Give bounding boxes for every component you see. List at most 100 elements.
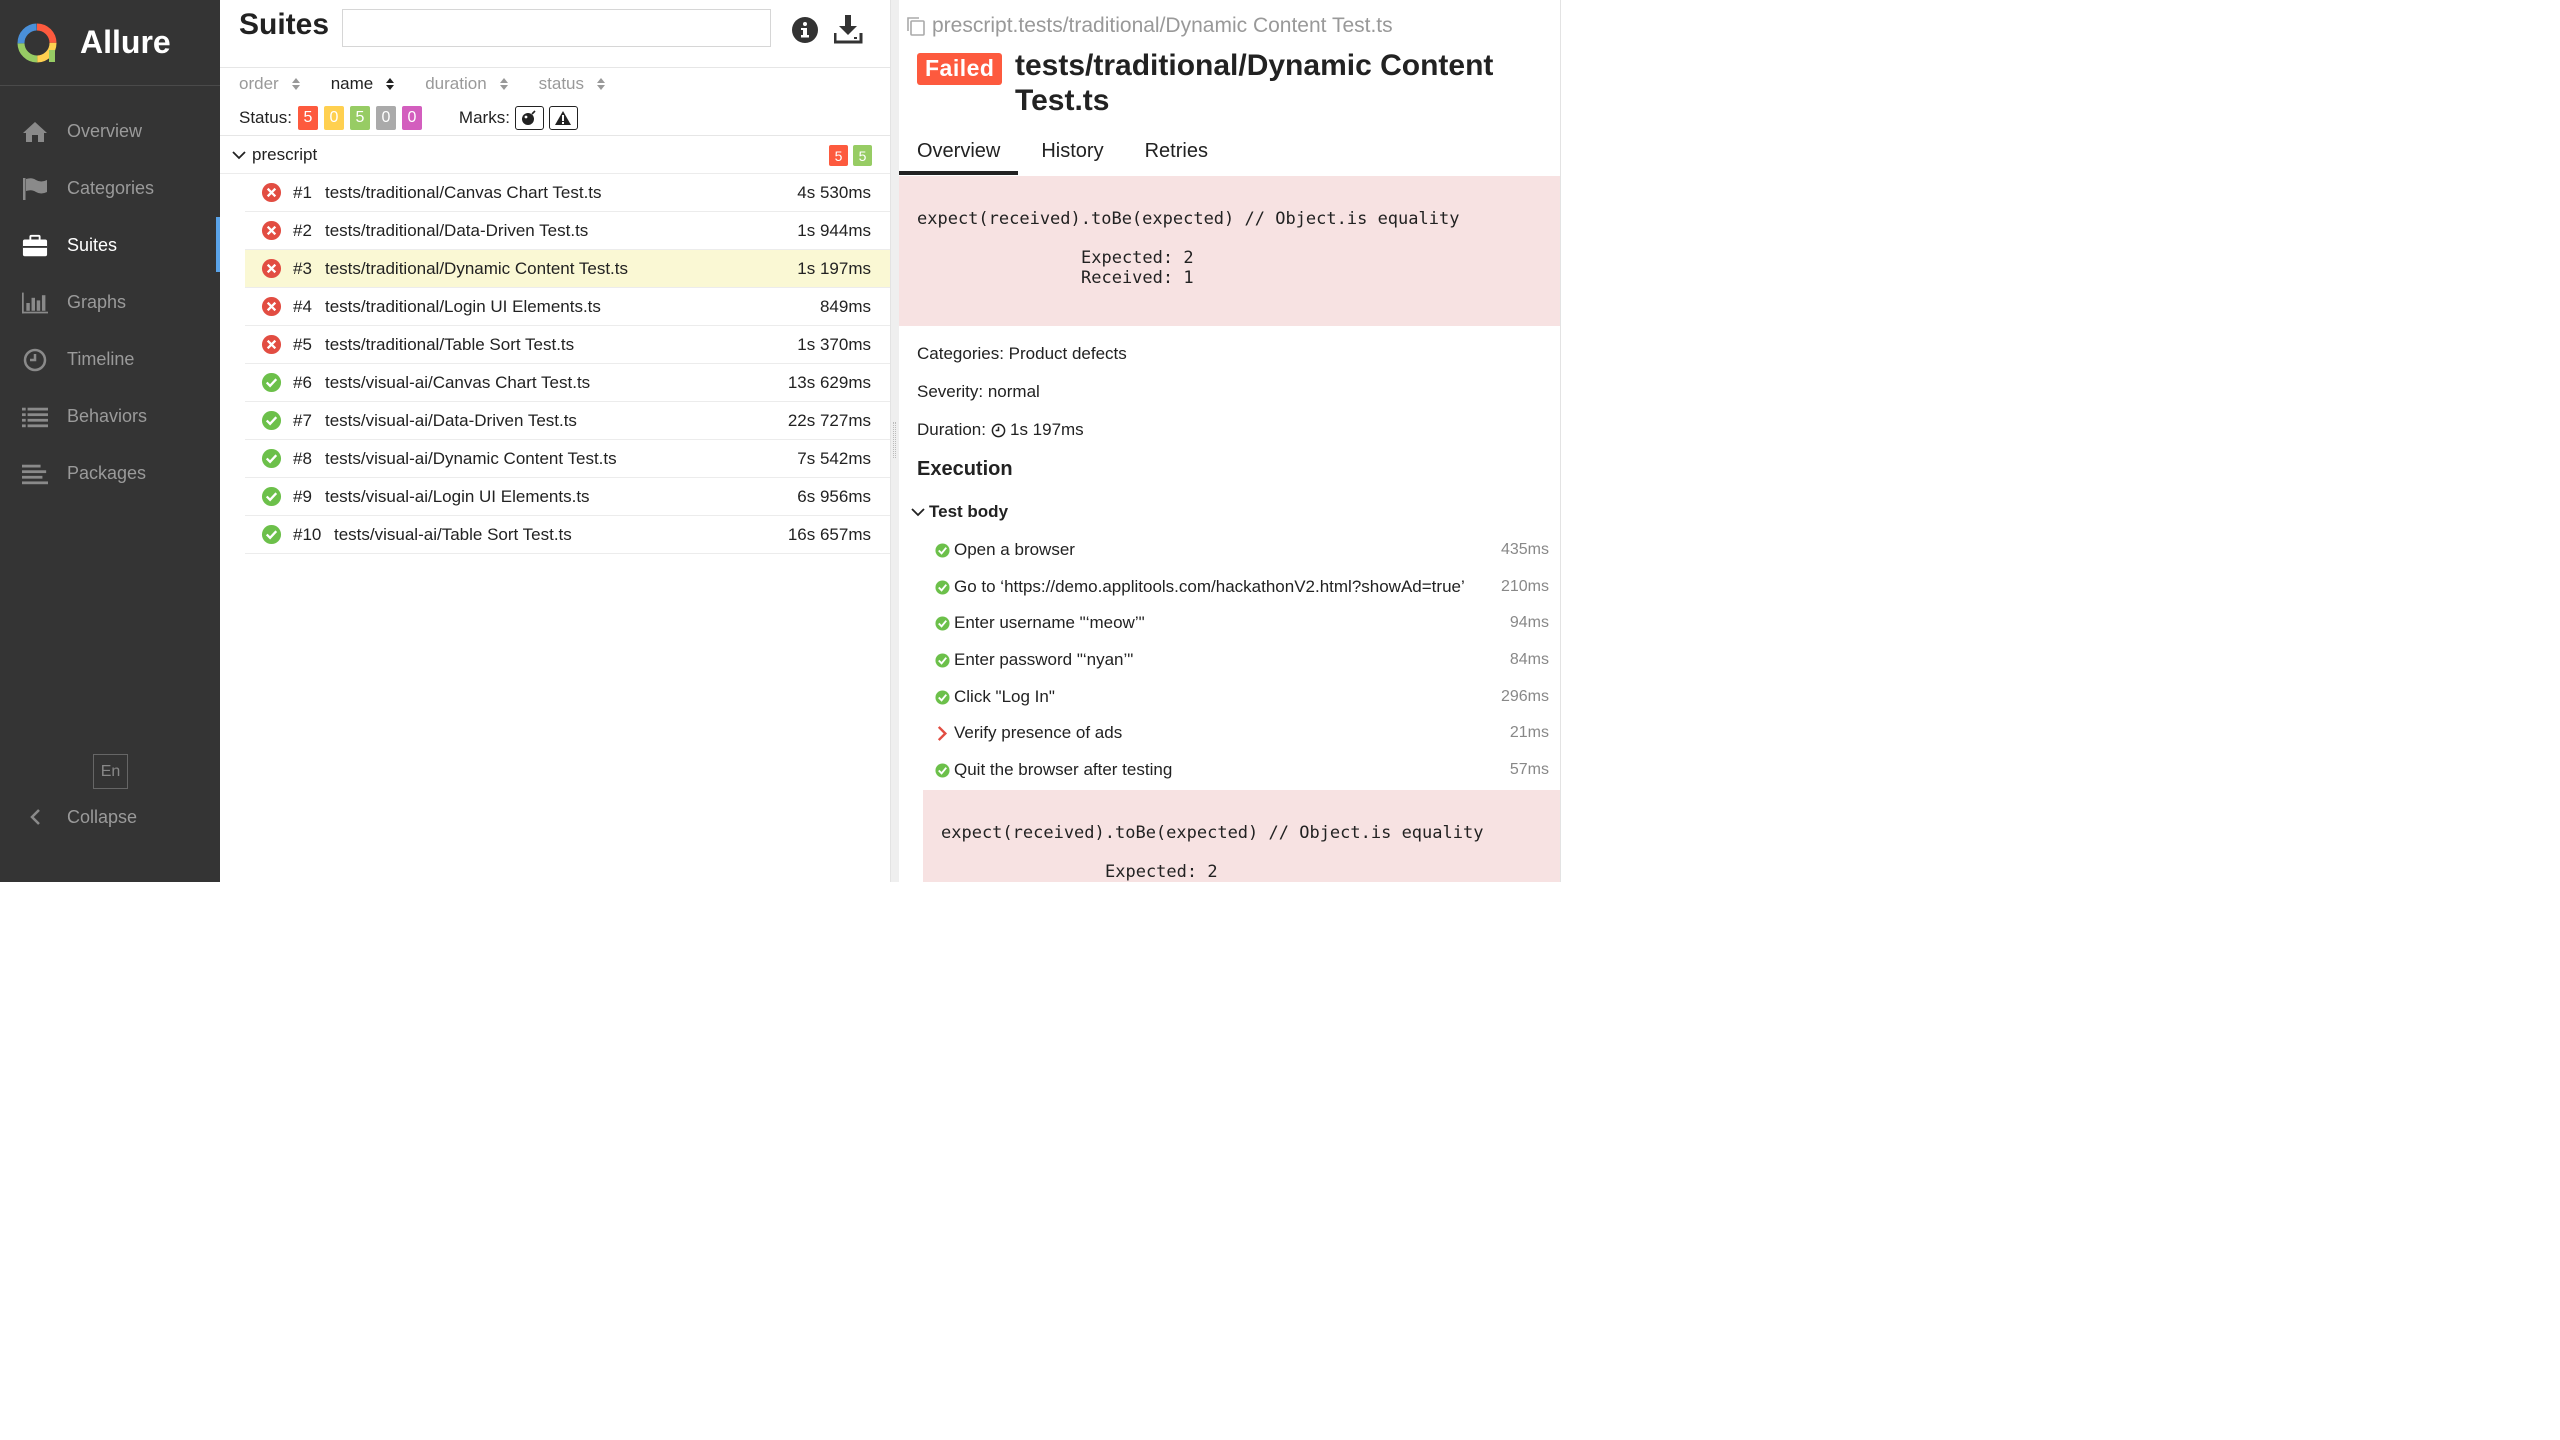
collapse-label: Collapse xyxy=(67,806,138,827)
error-expected: Expected: 2 xyxy=(1081,248,1194,268)
test-duration: 1s 197ms xyxy=(797,258,871,278)
marks-filter-label: Marks: xyxy=(458,107,510,127)
collapse-button[interactable]: Collapse xyxy=(22,800,137,834)
step-duration: 94ms xyxy=(1509,614,1549,631)
step-duration: 84ms xyxy=(1509,651,1549,668)
duration-label: Duration: xyxy=(917,420,986,439)
test-number: #3 xyxy=(293,258,312,278)
test-duration: 6s 956ms xyxy=(797,486,871,506)
search-input[interactable] xyxy=(342,9,771,47)
test-name: tests/traditional/Data-Driven Test.ts xyxy=(325,220,589,240)
step-row[interactable]: Open a browser 435ms xyxy=(935,535,1549,565)
test-duration: 849ms xyxy=(819,296,871,316)
test-duration: 1s 370ms xyxy=(797,334,871,354)
sidebar-item-packages[interactable]: Packages xyxy=(0,445,220,502)
info-icon[interactable] xyxy=(791,16,821,46)
test-number: #7 xyxy=(293,410,312,430)
passed-status-icon xyxy=(935,579,950,595)
scrollbar[interactable] xyxy=(1560,0,1568,882)
passed-status-icon xyxy=(935,762,950,778)
test-row[interactable]: #6 tests/visual-ai/Canvas Chart Test.ts … xyxy=(245,364,890,402)
test-number: #4 xyxy=(293,296,312,316)
test-row[interactable]: #10 tests/visual-ai/Table Sort Test.ts 1… xyxy=(245,516,890,554)
sidebar-item-label: Timeline xyxy=(67,349,135,369)
test-title: tests/traditional/Dynamic Content Test.t… xyxy=(1015,49,1494,117)
step-row-failed[interactable]: Verify presence of ads 21ms xyxy=(935,718,1549,748)
copy-icon[interactable] xyxy=(905,15,927,37)
sidebar-item-behaviors[interactable]: Behaviors xyxy=(0,388,220,445)
sidebar-item-timeline[interactable]: Timeline xyxy=(0,331,220,388)
categories-info: Categories: Product defects xyxy=(917,344,1127,363)
test-duration: 22s 727ms xyxy=(787,410,871,430)
language-switch-button[interactable]: En xyxy=(93,754,128,789)
test-row-selected[interactable]: #3 tests/traditional/Dynamic Content Tes… xyxy=(245,250,890,288)
test-row[interactable]: #5 tests/traditional/Table Sort Test.ts … xyxy=(245,326,890,364)
align-left-icon xyxy=(22,461,48,487)
failed-status-icon xyxy=(261,258,282,279)
sidebar-item-graphs[interactable]: Graphs xyxy=(0,274,220,331)
sort-status[interactable]: status xyxy=(539,74,606,94)
step-label: Go to ‘https://demo.applitools.com/hacka… xyxy=(954,577,1465,596)
sort-name[interactable]: name xyxy=(331,74,396,94)
test-number: #10 xyxy=(293,524,322,544)
failed-status-icon xyxy=(261,182,282,203)
bar-chart-icon xyxy=(22,290,48,316)
sidebar-item-suites[interactable]: Suites xyxy=(0,217,220,274)
sidebar-item-categories[interactable]: Categories xyxy=(0,160,220,217)
test-row[interactable]: #4 tests/traditional/Login UI Elements.t… xyxy=(245,288,890,326)
suite-group-prescript[interactable]: prescript 5 5 xyxy=(220,136,890,174)
step-label: Verify presence of ads xyxy=(954,723,1123,742)
tab-overview[interactable]: Overview xyxy=(899,132,1019,175)
filter-skipped-badge[interactable]: 0 xyxy=(375,105,396,130)
group-passed-count: 5 xyxy=(853,145,872,166)
sort-icon xyxy=(499,78,508,90)
test-row[interactable]: #2 tests/traditional/Data-Driven Test.ts… xyxy=(245,212,890,250)
filter-passed-badge[interactable]: 5 xyxy=(349,105,370,130)
sort-duration[interactable]: duration xyxy=(425,74,508,94)
passed-status-icon xyxy=(261,372,282,393)
chevron-down-icon xyxy=(232,150,246,159)
step-row[interactable]: Quit the browser after testing 57ms xyxy=(935,755,1549,785)
test-name: tests/traditional/Login UI Elements.ts xyxy=(325,296,601,316)
filter-unknown-badge[interactable]: 0 xyxy=(401,105,422,130)
sort-order[interactable]: order xyxy=(239,74,301,94)
test-duration: 4s 530ms xyxy=(797,182,871,202)
step-row[interactable]: Go to ‘https://demo.applitools.com/hacka… xyxy=(935,572,1549,602)
brand[interactable]: Allure xyxy=(0,0,220,86)
step-duration: 435ms xyxy=(1500,541,1549,558)
test-row[interactable]: #8 tests/visual-ai/Dynamic Content Test.… xyxy=(245,440,890,478)
warning-icon xyxy=(555,110,572,125)
breadcrumb-text: prescript.tests/traditional/Dynamic Cont… xyxy=(932,14,1393,37)
error-line: expect(received).toBe(expected) // Objec… xyxy=(917,209,1460,229)
sidebar-item-overview[interactable]: Overview xyxy=(0,103,220,160)
tab-history[interactable]: History xyxy=(1018,132,1121,175)
suite-group-counts: 5 5 xyxy=(824,145,872,166)
step-row[interactable]: Enter password "‘nyan’" 84ms xyxy=(935,645,1549,675)
test-name: tests/traditional/Canvas Chart Test.ts xyxy=(325,182,602,202)
step-row[interactable]: Enter username "‘meow’" 94ms xyxy=(935,608,1549,638)
filter-broken-badge[interactable]: 0 xyxy=(323,105,344,130)
app-title: Allure xyxy=(80,24,171,60)
step-row[interactable]: Click "Log In" 296ms xyxy=(935,682,1549,712)
severity-info: Severity: normal xyxy=(917,382,1040,401)
test-name: tests/visual-ai/Login UI Elements.ts xyxy=(325,486,590,506)
error-expected: Expected: 2 xyxy=(1105,862,1218,882)
download-icon[interactable] xyxy=(833,14,864,44)
sort-icon xyxy=(386,78,395,90)
test-row[interactable]: #9 tests/visual-ai/Login UI Elements.ts … xyxy=(245,478,890,516)
chevron-left-icon xyxy=(22,808,48,826)
home-icon xyxy=(22,119,48,145)
sidebar-item-label: Categories xyxy=(67,178,155,198)
test-row[interactable]: #1 tests/traditional/Canvas Chart Test.t… xyxy=(245,174,890,212)
test-number: #5 xyxy=(293,334,312,354)
test-row[interactable]: #7 tests/visual-ai/Data-Driven Test.ts 2… xyxy=(245,402,890,440)
sort-bar: order name duration status xyxy=(220,68,890,100)
flaky-mark-toggle[interactable] xyxy=(514,105,544,130)
splitter-grip-icon[interactable] xyxy=(893,422,896,458)
test-duration: 13s 629ms xyxy=(787,372,871,392)
step-label: Click "Log In" xyxy=(954,687,1055,706)
test-body-toggle[interactable]: Test body xyxy=(911,502,1008,522)
filter-failed-badge[interactable]: 5 xyxy=(297,105,318,130)
warning-mark-toggle[interactable] xyxy=(548,105,578,130)
tab-retries[interactable]: Retries xyxy=(1122,132,1226,175)
